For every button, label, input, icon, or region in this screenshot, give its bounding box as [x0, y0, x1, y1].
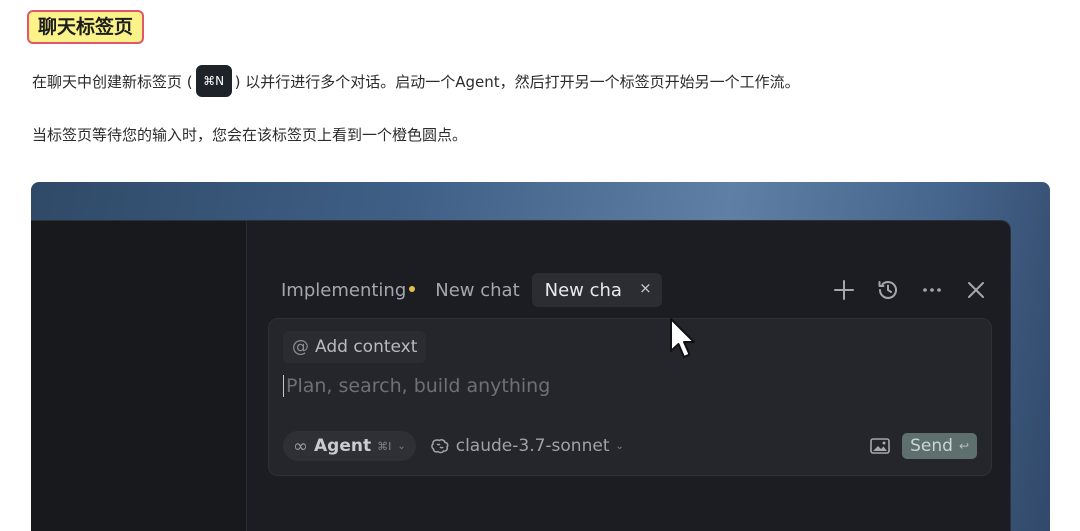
app-screenshot: Implementing New chat New cha × @ Add co… [31, 182, 1050, 531]
prompt-input[interactable]: Plan, search, build anything [283, 375, 550, 397]
agent-mode-dropdown[interactable]: ∞ Agent ⌘I ⌄ [283, 431, 416, 461]
tab-new-chat-active[interactable]: New cha × [531, 273, 662, 307]
more-icon[interactable] [920, 278, 944, 302]
model-name: claude-3.7-sonnet [455, 436, 610, 456]
tab-label: Implementing [281, 279, 407, 301]
history-icon[interactable] [876, 278, 900, 302]
waiting-dot-icon [409, 286, 416, 292]
model-selector[interactable]: claude-3.7-sonnet ⌄ [430, 436, 624, 456]
tab-new-chat[interactable]: New chat [435, 273, 519, 307]
new-tab-shortcut-badge: ⌘N [195, 65, 232, 97]
text-caret [283, 375, 284, 397]
tab-close-icon[interactable]: × [639, 279, 652, 297]
dot-paragraph: 当标签页等待您的输入时，您会在该标签页上看到一个橙色圆点。 [32, 126, 468, 144]
chevron-down-icon: ⌄ [615, 440, 624, 452]
intro-text-before: 在聊天中创建新标签页 ( [32, 72, 193, 91]
send-button[interactable]: Send ↩ [902, 433, 977, 459]
chevron-down-icon: ⌄ [397, 440, 406, 452]
chat-tabs: Implementing New chat New cha × [281, 273, 682, 307]
mouse-pointer-icon [670, 318, 695, 358]
app-window: Implementing New chat New cha × @ Add co… [31, 220, 1011, 531]
send-label: Send [910, 436, 953, 456]
composer-footer: ∞ Agent ⌘I ⌄ claude-3.7-sonnet ⌄ Send ↩ [283, 431, 977, 461]
enter-icon: ↩ [958, 439, 969, 453]
at-icon: @ [292, 337, 309, 357]
tab-label: New chat [435, 279, 520, 301]
prompt-placeholder: Plan, search, build anything [286, 375, 551, 397]
intro-text-after: ) 以并行进行多个对话。启动一个Agent，然后打开另一个标签页开始另一个工作流… [234, 72, 800, 91]
intro-paragraph: 在聊天中创建新标签页 ( ⌘N ) 以并行进行多个对话。启动一个Agent，然后… [32, 64, 800, 98]
chat-composer: @ Add context Plan, search, build anythi… [268, 318, 992, 476]
add-context-button[interactable]: @ Add context [283, 331, 427, 363]
left-pane [31, 221, 247, 531]
image-upload-icon[interactable] [870, 438, 890, 454]
chat-toolbar [832, 273, 988, 307]
agent-label: Agent [314, 436, 372, 456]
agent-shortcut: ⌘I [377, 439, 392, 453]
plus-icon[interactable] [832, 278, 856, 302]
brain-icon [430, 439, 449, 454]
close-icon[interactable] [964, 278, 988, 302]
page-heading: 聊天标签页 [27, 10, 145, 44]
add-context-label: Add context [315, 337, 418, 357]
tab-label: New cha [544, 279, 622, 301]
infinity-icon: ∞ [293, 435, 308, 457]
tab-implementing[interactable]: Implementing [281, 273, 416, 307]
